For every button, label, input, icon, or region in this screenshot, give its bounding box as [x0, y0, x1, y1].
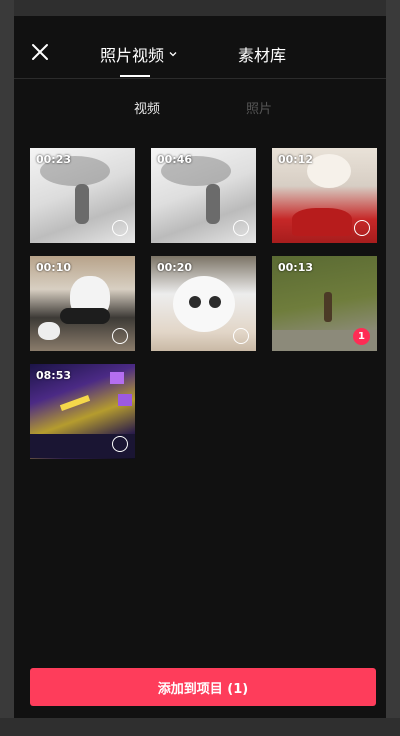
select-circle[interactable] [112, 436, 128, 452]
select-circle[interactable] [112, 328, 128, 344]
device-bezel-bottom [0, 718, 400, 736]
device-bezel-left [0, 0, 14, 736]
thumbnail-cat-eye [209, 296, 221, 308]
select-circle[interactable] [233, 328, 249, 344]
tab-photos-videos-label: 照片视频 [100, 46, 165, 65]
duration-label: 00:46 [157, 153, 193, 166]
duration-label: 00:20 [157, 261, 193, 274]
thumbnail-light [110, 372, 124, 384]
subtab-photo[interactable]: 照片 [246, 98, 272, 117]
active-tab-indicator [120, 75, 150, 77]
media-tile[interactable]: 00:12 [272, 148, 377, 243]
duration-label: 08:53 [36, 369, 72, 382]
select-circle[interactable] [233, 220, 249, 236]
media-tile[interactable]: 08:53 [30, 364, 135, 459]
close-button[interactable] [28, 40, 52, 64]
device-bezel-right [386, 0, 400, 736]
thumbnail-cat-eye [189, 296, 201, 308]
thumbnail-panda-cub [38, 322, 60, 340]
duration-label: 00:12 [278, 153, 314, 166]
select-circle[interactable] [112, 220, 128, 236]
selection-count-badge[interactable]: 1 [353, 328, 370, 345]
media-tile[interactable]: 00:46 [151, 148, 256, 243]
thumbnail-figure [75, 184, 89, 224]
thumbnail-figure [206, 184, 220, 224]
duration-label: 00:13 [278, 261, 314, 274]
thumbnail-kitten [307, 154, 351, 188]
media-tile[interactable]: 00:10 [30, 256, 135, 351]
duration-label: 00:23 [36, 153, 72, 166]
media-tile[interactable]: 00:23 [30, 148, 135, 243]
add-to-project-button[interactable]: 添加到项目 (1) [30, 668, 376, 706]
thumbnail-beam [59, 395, 91, 411]
device-bezel-top [0, 0, 400, 16]
tab-photos-videos[interactable]: 照片视频 [100, 42, 178, 66]
thumbnail-deer [324, 292, 332, 322]
close-icon [32, 44, 48, 60]
media-picker-screen: 照片视频 素材库 视频 照片 00:23 00:46 00:12 00:10 0… [14, 16, 386, 718]
media-tile[interactable]: 00:13 1 [272, 256, 377, 351]
duration-label: 00:10 [36, 261, 72, 274]
thumbnail-cat [173, 276, 235, 332]
subtab-video[interactable]: 视频 [134, 98, 160, 117]
select-circle[interactable] [354, 220, 370, 236]
thumbnail-santa-hat [292, 208, 352, 236]
header-divider [14, 78, 386, 79]
thumbnail-panda-arm [60, 308, 110, 324]
thumbnail-light [118, 394, 132, 406]
tab-material-library[interactable]: 素材库 [238, 42, 286, 66]
top-bar: 照片视频 素材库 [14, 16, 386, 78]
media-type-tabs: 视频 照片 [14, 96, 386, 120]
chevron-down-icon [169, 52, 177, 57]
media-tile[interactable]: 00:20 [151, 256, 256, 351]
